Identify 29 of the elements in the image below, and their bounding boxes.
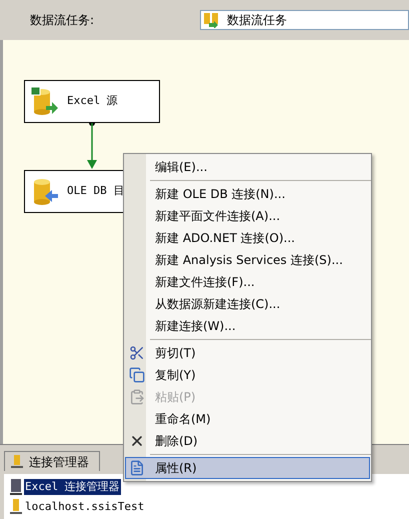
menu-item[interactable]: 新建文件连接(F)... [125,271,370,293]
node-label: OLE DB 目 [67,183,124,200]
database-small-icon [10,499,22,515]
excel-database-icon [31,86,59,116]
menu-item[interactable]: 删除(D) [125,430,370,452]
connection-tab[interactable]: 连接管理器 [4,451,100,471]
source-node[interactable]: Excel 源 [24,80,160,123]
data-flow-icon [203,12,221,28]
menu-item[interactable]: 新建 ADO.NET 连接(O)... [125,227,370,249]
menu-item[interactable]: 属性(R) [125,457,370,479]
server-icon [10,479,22,495]
connection-icon [11,454,23,468]
copy-icon [129,367,145,383]
menu-item[interactable]: 新建 Analysis Services 连接(S)... [125,249,370,271]
task-combo[interactable]: 数据流任务 [200,10,409,30]
task-label: 数据流任务: [30,12,96,29]
menu-item[interactable]: 新建连接(W)... [125,315,370,337]
delete-icon [129,433,145,449]
menu-item[interactable]: 复制(Y) [125,364,370,386]
node-label: Excel 源 [67,93,118,110]
properties-icon [129,460,145,476]
connection-item[interactable]: Excel 连接管理器 [24,478,121,496]
paste-icon [129,389,145,405]
database-icon [31,176,59,206]
connection-item[interactable]: localhost.ssisTest [24,498,146,516]
scissors-icon [129,345,145,361]
menu-item[interactable]: 从数据源新建连接(C)... [125,293,370,315]
menu-item[interactable]: 剪切(T) [125,342,370,364]
menu-item[interactable]: 重命名(M) [125,408,370,430]
